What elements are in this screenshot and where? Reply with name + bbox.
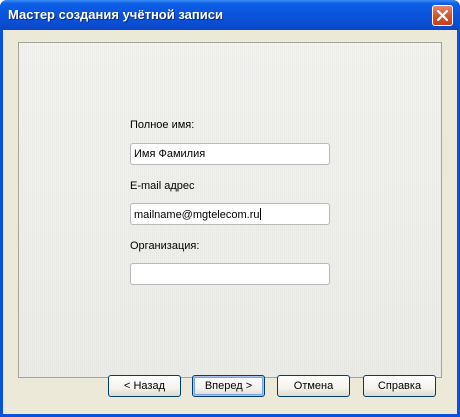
title-bar[interactable]: Мастер создания учётной записи — [0, 0, 460, 30]
wizard-window: Мастер создания учётной записи Полное им… — [0, 0, 460, 417]
close-icon — [437, 10, 448, 21]
help-button[interactable]: Справка — [363, 375, 436, 397]
email-value: mailname@mgtelecom.ru — [134, 209, 260, 221]
back-button[interactable]: < Назад — [108, 375, 181, 397]
text-caret — [259, 208, 261, 220]
full-name-field[interactable]: Имя Фамилия — [130, 143, 330, 165]
email-label: E-mail адрес — [130, 180, 195, 192]
wizard-panel: Полное имя: Имя Фамилия E-mail адрес mai… — [18, 42, 442, 378]
email-field[interactable]: mailname@mgtelecom.ru — [130, 203, 330, 225]
full-name-value: Имя Фамилия — [134, 148, 206, 160]
organization-label: Организация: — [130, 240, 200, 252]
next-button[interactable]: Вперед > — [192, 375, 265, 397]
cancel-button[interactable]: Отмена — [277, 375, 350, 397]
full-name-label: Полное имя: — [130, 119, 195, 131]
window-client-area: Полное имя: Имя Фамилия E-mail адрес mai… — [3, 30, 457, 414]
close-button[interactable] — [432, 5, 453, 26]
organization-field[interactable] — [130, 263, 330, 285]
window-title: Мастер создания учётной записи — [8, 7, 223, 22]
